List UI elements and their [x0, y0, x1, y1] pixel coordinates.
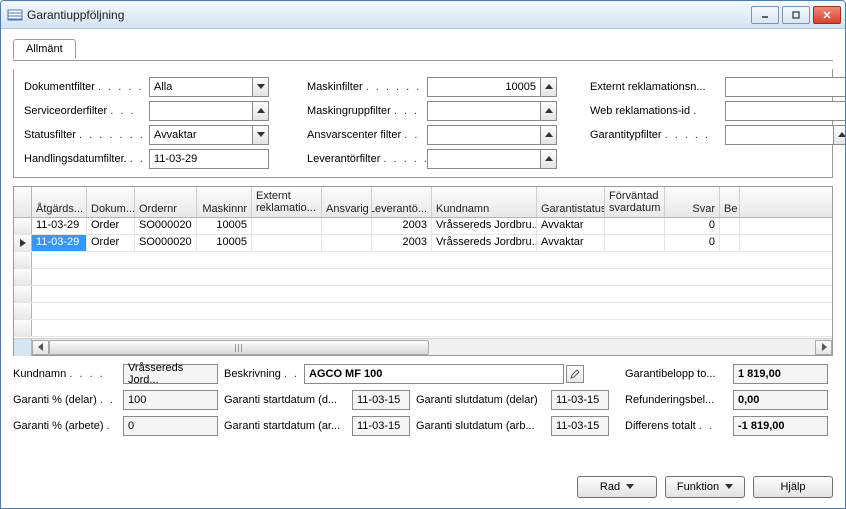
chevron-down-icon[interactable]: [252, 78, 268, 96]
lookup-icon[interactable]: [540, 126, 556, 144]
handlingsdatum-input[interactable]: [149, 149, 269, 169]
beskrivning-label: Beskrivning: [224, 368, 281, 380]
scroll-right-icon[interactable]: [815, 340, 832, 355]
edit-icon[interactable]: [566, 365, 584, 383]
col-forvantad[interactable]: Förväntad svardatum: [605, 187, 665, 217]
col-kundnamn[interactable]: Kundnamn: [432, 187, 537, 217]
app-icon: [7, 8, 23, 22]
maximize-button[interactable]: [782, 6, 810, 24]
leverantorfilter-label: Leverantörfilter: [307, 153, 380, 165]
dokumentfilter-label: Dokumentfilter: [24, 81, 95, 93]
garanti-pct-delar-label: Garanti % (delar): [13, 394, 97, 406]
kundnamn-label: Kundnamn: [13, 368, 66, 380]
lookup-icon[interactable]: [540, 150, 556, 168]
window-title: Garantiuppföljning: [27, 8, 751, 22]
garanti-start-arbete-value: 11-03-15: [352, 416, 410, 436]
ansvarscenter-combo[interactable]: [427, 125, 557, 145]
col-ansvarig[interactable]: Ansvarig: [322, 187, 372, 217]
window-buttons: [751, 6, 841, 24]
lookup-icon[interactable]: [540, 78, 556, 96]
externt-label: Externt reklamationsn...: [590, 81, 706, 93]
lookup-icon[interactable]: [833, 126, 846, 144]
titlebar: Garantiuppföljning: [1, 1, 845, 29]
tab-row: Allmänt: [13, 39, 833, 61]
col-garantistatus[interactable]: Garantistatus: [537, 187, 605, 217]
ansvarscenter-label: Ansvarscenter filter: [307, 129, 401, 141]
row-indicator-icon: [14, 235, 32, 251]
scroll-thumb[interactable]: [49, 340, 429, 355]
statusfilter-combo[interactable]: [149, 125, 269, 145]
client-area: Allmänt Dokumentfilter . . . . . Maskinf…: [1, 29, 845, 472]
detail-panel: Kundnamn . . . . Vråssereds Jord... Besk…: [13, 364, 833, 436]
refunderingsbel-value: 0,00: [733, 390, 828, 410]
garantityp-label: Garantitypfilter: [590, 129, 662, 141]
dokumentfilter-combo[interactable]: [149, 77, 269, 97]
grid-body: 11-03-29 Order SO000020 10005 2003 Vråss…: [14, 218, 832, 338]
col-atgard[interactable]: Åtgärds...: [32, 187, 87, 217]
garanti-start-delar-label: Garanti startdatum (d...: [224, 394, 337, 406]
garanti-slut-arbete-value: 11-03-15: [551, 416, 609, 436]
garanti-pct-delar-value: 100: [123, 390, 218, 410]
col-svar[interactable]: Svar: [665, 187, 720, 217]
close-button[interactable]: [813, 6, 841, 24]
garanti-pct-arbete-label: Garanti % (arbete): [13, 420, 103, 432]
tab-allmant[interactable]: Allmänt: [13, 39, 76, 59]
serviceorderfilter-label: Serviceorderfilter: [24, 105, 107, 117]
hjalp-button[interactable]: Hjälp: [753, 476, 833, 498]
grid-header: Åtgärds... Dokum... Ordernr Maskinnr Ext…: [14, 187, 832, 218]
col-ordernr[interactable]: Ordernr: [135, 187, 197, 217]
maskingruppfilter-combo[interactable]: [427, 101, 557, 121]
handlingsdatum-label: Handlingsdatumfilter.: [24, 153, 127, 165]
differens-value: -1 819,00: [733, 416, 828, 436]
col-externt[interactable]: Externt reklamatio...: [252, 187, 322, 217]
footer: Rad Funktion Hjälp: [1, 472, 845, 508]
minimize-button[interactable]: [751, 6, 779, 24]
web-input[interactable]: [725, 101, 846, 121]
app-window: Garantiuppföljning Allmänt Dokumentfilte…: [0, 0, 846, 509]
maskinfilter-input[interactable]: [428, 81, 540, 93]
col-maskinnr[interactable]: Maskinnr: [197, 187, 252, 217]
col-leveranto[interactable]: Leverantö...: [372, 187, 432, 217]
filter-panel: Dokumentfilter . . . . . Maskinfilter . …: [13, 69, 833, 178]
garantityp-combo[interactable]: [725, 125, 846, 145]
garantibelopp-value: 1 819,00: [733, 364, 828, 384]
statusfilter-label: Statusfilter: [24, 129, 76, 141]
rad-button[interactable]: Rad: [577, 476, 657, 498]
refunderingsbel-label: Refunderingsbel...: [625, 394, 714, 406]
garanti-pct-arbete-value: 0: [123, 416, 218, 436]
web-label: Web reklamations-id: [590, 105, 690, 117]
funktion-button[interactable]: Funktion: [665, 476, 745, 498]
col-dokum[interactable]: Dokum...: [87, 187, 135, 217]
chevron-down-icon[interactable]: [252, 126, 268, 144]
garanti-slut-arbete-label: Garanti slutdatum (arb...: [416, 420, 535, 432]
lookup-icon[interactable]: [540, 102, 556, 120]
garanti-start-delar-value: 11-03-15: [352, 390, 410, 410]
garanti-start-arbete-label: Garanti startdatum (ar...: [224, 420, 340, 432]
lookup-icon[interactable]: [252, 102, 268, 120]
grid-scrollbar[interactable]: [14, 338, 832, 355]
scroll-left-icon[interactable]: [32, 340, 49, 355]
data-grid[interactable]: Åtgärds... Dokum... Ordernr Maskinnr Ext…: [13, 186, 833, 356]
garanti-slut-delar-value: 11-03-15: [551, 390, 609, 410]
table-row[interactable]: 11-03-29 Order SO000020 10005 2003 Vråss…: [14, 235, 832, 252]
maskinfilter-combo[interactable]: [427, 77, 557, 97]
table-row[interactable]: 11-03-29 Order SO000020 10005 2003 Vråss…: [14, 218, 832, 235]
differens-label: Differens totalt: [625, 420, 696, 432]
dokumentfilter-input[interactable]: [150, 81, 252, 93]
garanti-slut-delar-label: Garanti slutdatum (delar): [416, 394, 538, 406]
externt-input[interactable]: [725, 77, 846, 97]
leverantorfilter-combo[interactable]: [427, 149, 557, 169]
serviceorderfilter-combo[interactable]: [149, 101, 269, 121]
col-be[interactable]: Be: [720, 187, 740, 217]
kundnamn-value: Vråssereds Jord...: [123, 364, 218, 384]
maskinfilter-label: Maskinfilter: [307, 81, 363, 93]
garantibelopp-label: Garantibelopp to...: [625, 368, 716, 380]
beskrivning-input[interactable]: AGCO MF 100: [304, 364, 564, 384]
maskingruppfilter-label: Maskingruppfilter: [307, 105, 391, 117]
